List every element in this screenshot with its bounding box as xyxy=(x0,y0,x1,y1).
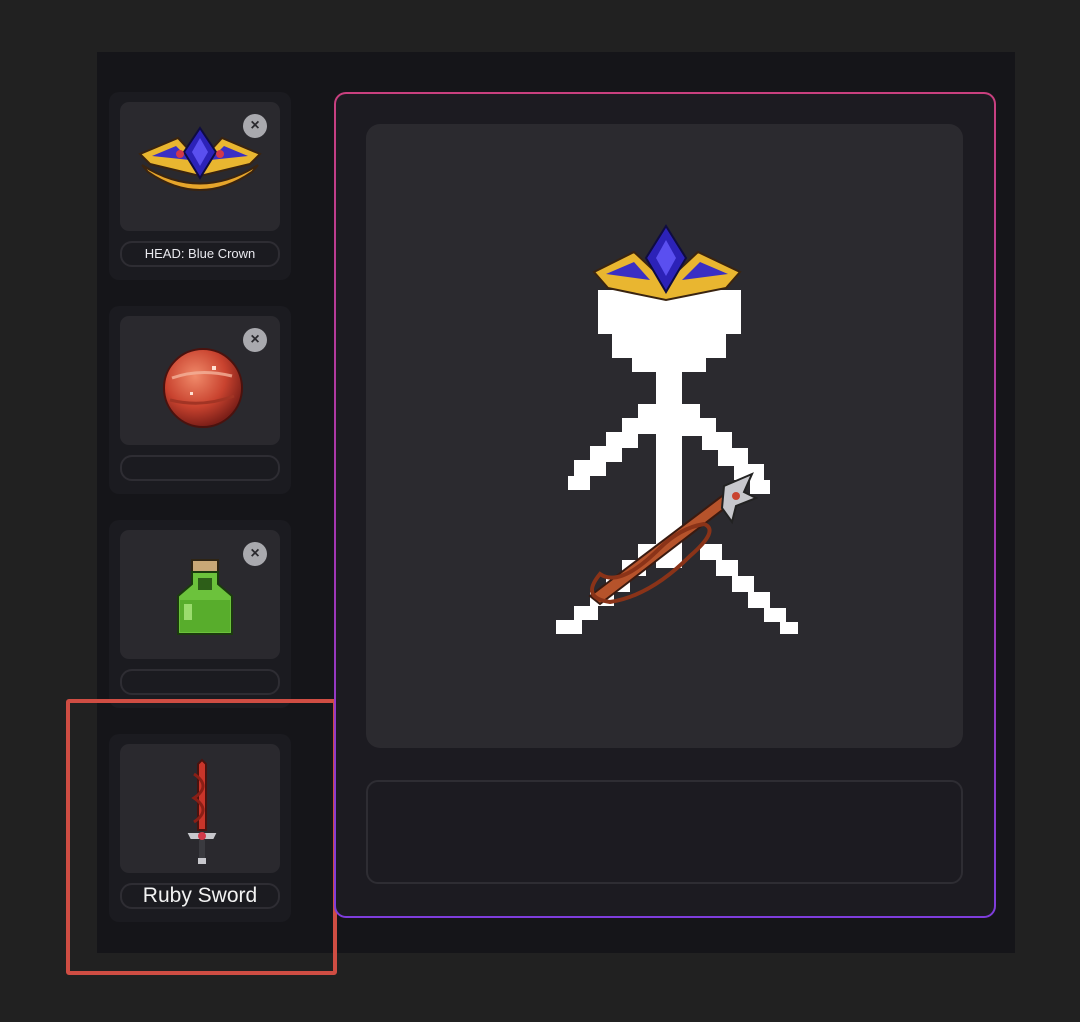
ruby-sword-icon xyxy=(184,758,220,864)
stick-figure-character xyxy=(540,224,798,634)
slot-label: Ruby Sword xyxy=(120,883,280,909)
item-tile[interactable]: × xyxy=(120,530,280,659)
slot-label: HEAD: Blue Crown xyxy=(120,241,280,267)
equipment-slot-2[interactable]: × xyxy=(109,306,291,494)
character-preview-panel xyxy=(334,92,996,918)
item-tile[interactable] xyxy=(120,744,280,873)
slot-label xyxy=(120,455,280,481)
item-tile[interactable]: × xyxy=(120,102,280,231)
item-description-box xyxy=(366,780,963,884)
remove-item-button[interactable]: × xyxy=(243,328,267,352)
character-canvas xyxy=(366,124,963,748)
item-tile[interactable]: × xyxy=(120,316,280,445)
equipment-slot-head[interactable]: × HEAD: Blue Crown xyxy=(109,92,291,280)
slot-label xyxy=(120,669,280,695)
equipment-slot-3[interactable]: × xyxy=(109,520,291,708)
remove-item-button[interactable]: × xyxy=(243,114,267,138)
equipment-slot-4[interactable]: Ruby Sword xyxy=(109,734,291,922)
remove-item-button[interactable]: × xyxy=(243,542,267,566)
